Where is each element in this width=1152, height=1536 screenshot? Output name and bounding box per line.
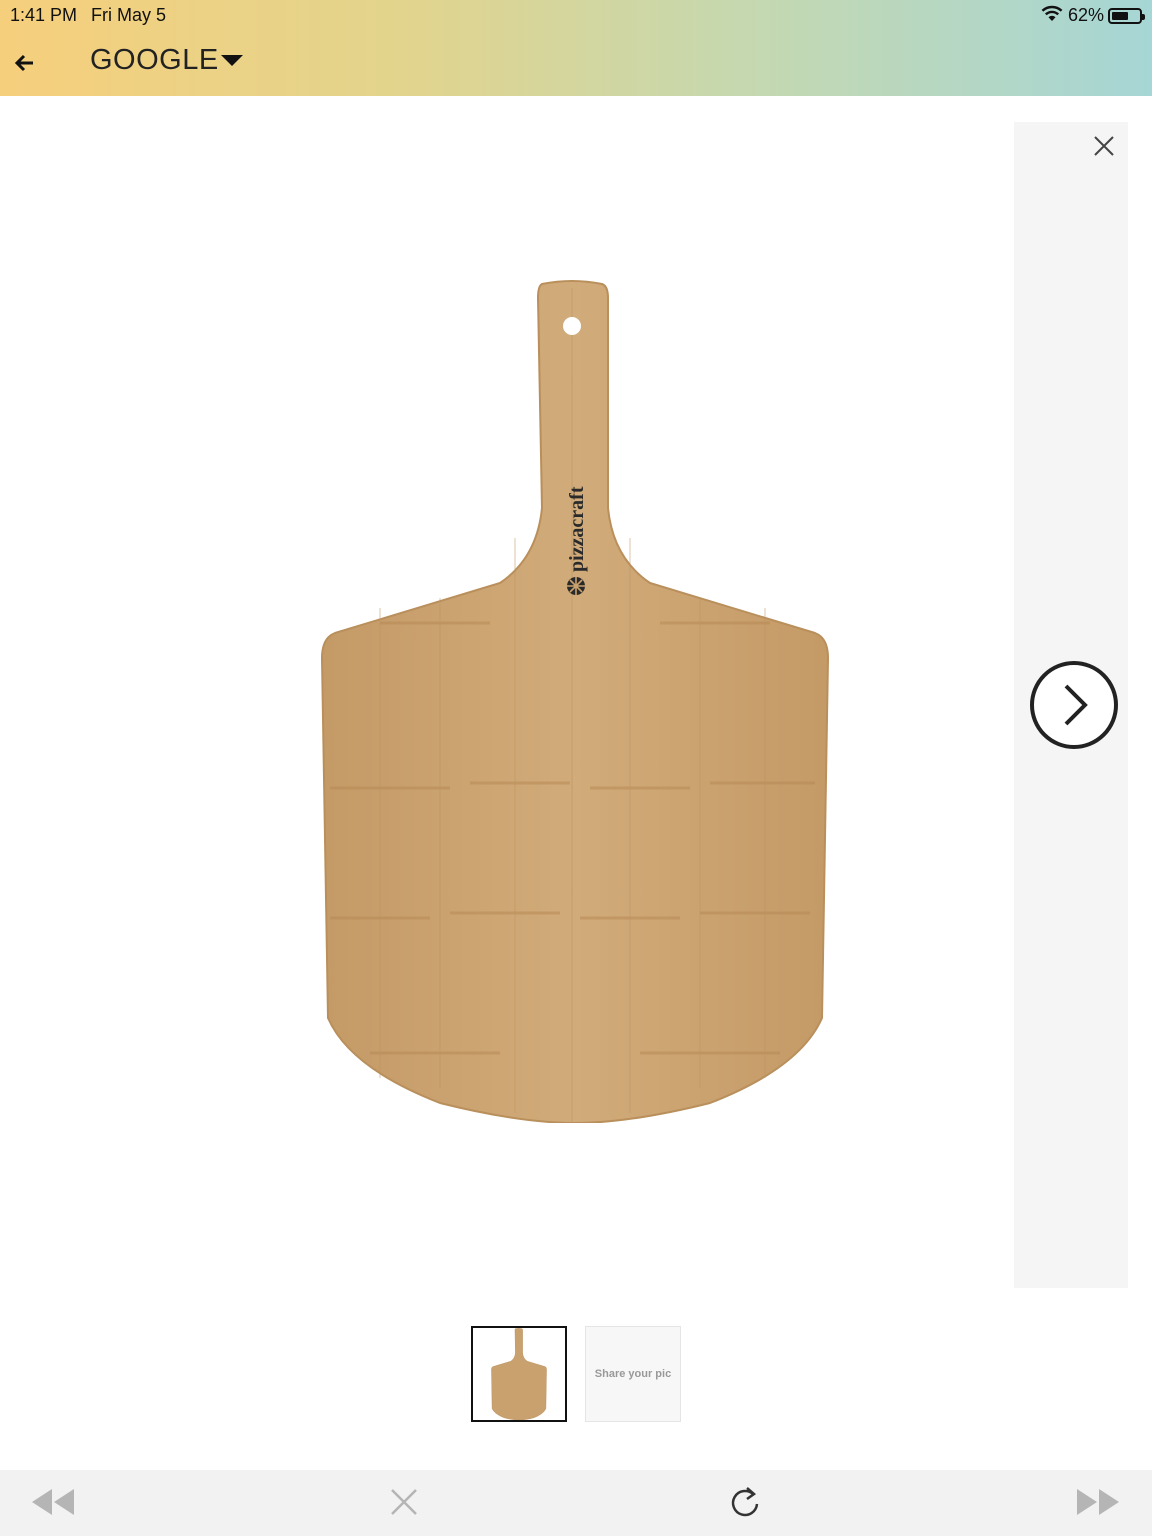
wifi-icon (1040, 4, 1064, 27)
battery-icon (1108, 7, 1145, 24)
status-time: 1:41 PM (10, 5, 78, 25)
app-header: 1:41 PM Fri May 5 62% GOOGLE (0, 0, 1152, 96)
svg-text:pizzacraft: pizzacraft (566, 486, 588, 572)
pizza-peel (320, 280, 830, 1123)
bottom-toolbar (0, 1470, 1152, 1536)
caret-down-icon[interactable] (221, 55, 243, 66)
image-viewer: pizzacraft Share your pic (0, 96, 1152, 1470)
share-your-pic-label: Share your pic (594, 1368, 672, 1380)
thumbnail-peel (491, 1328, 547, 1421)
product-image[interactable]: pizzacraft (310, 278, 840, 1123)
hang-hole (563, 317, 581, 335)
fast-forward-icon (1077, 1489, 1119, 1515)
next-image-button[interactable] (1029, 660, 1119, 750)
refresh-icon (731, 1487, 759, 1517)
thumbnail-image[interactable] (471, 1326, 567, 1422)
chevron-right-circle-icon (1030, 661, 1118, 749)
fast-forward-button[interactable] (1075, 1482, 1121, 1522)
status-right: 62% (1040, 4, 1145, 27)
close-icon (391, 1489, 417, 1515)
status-date: Fri May 5 (91, 5, 167, 25)
stop-button[interactable] (381, 1482, 427, 1522)
rewind-button[interactable] (30, 1482, 76, 1522)
refresh-button[interactable] (723, 1482, 769, 1522)
back-button[interactable] (10, 48, 40, 78)
battery-level (1112, 11, 1129, 20)
share-your-pic-button[interactable]: Share your pic (585, 1326, 681, 1422)
close-icon (1094, 136, 1114, 156)
source-title[interactable]: GOOGLE (90, 44, 219, 77)
rewind-icon (32, 1489, 74, 1515)
battery-percentage: 62% (1067, 5, 1104, 25)
arrow-left-icon (14, 54, 33, 72)
close-button[interactable] (1090, 132, 1118, 160)
